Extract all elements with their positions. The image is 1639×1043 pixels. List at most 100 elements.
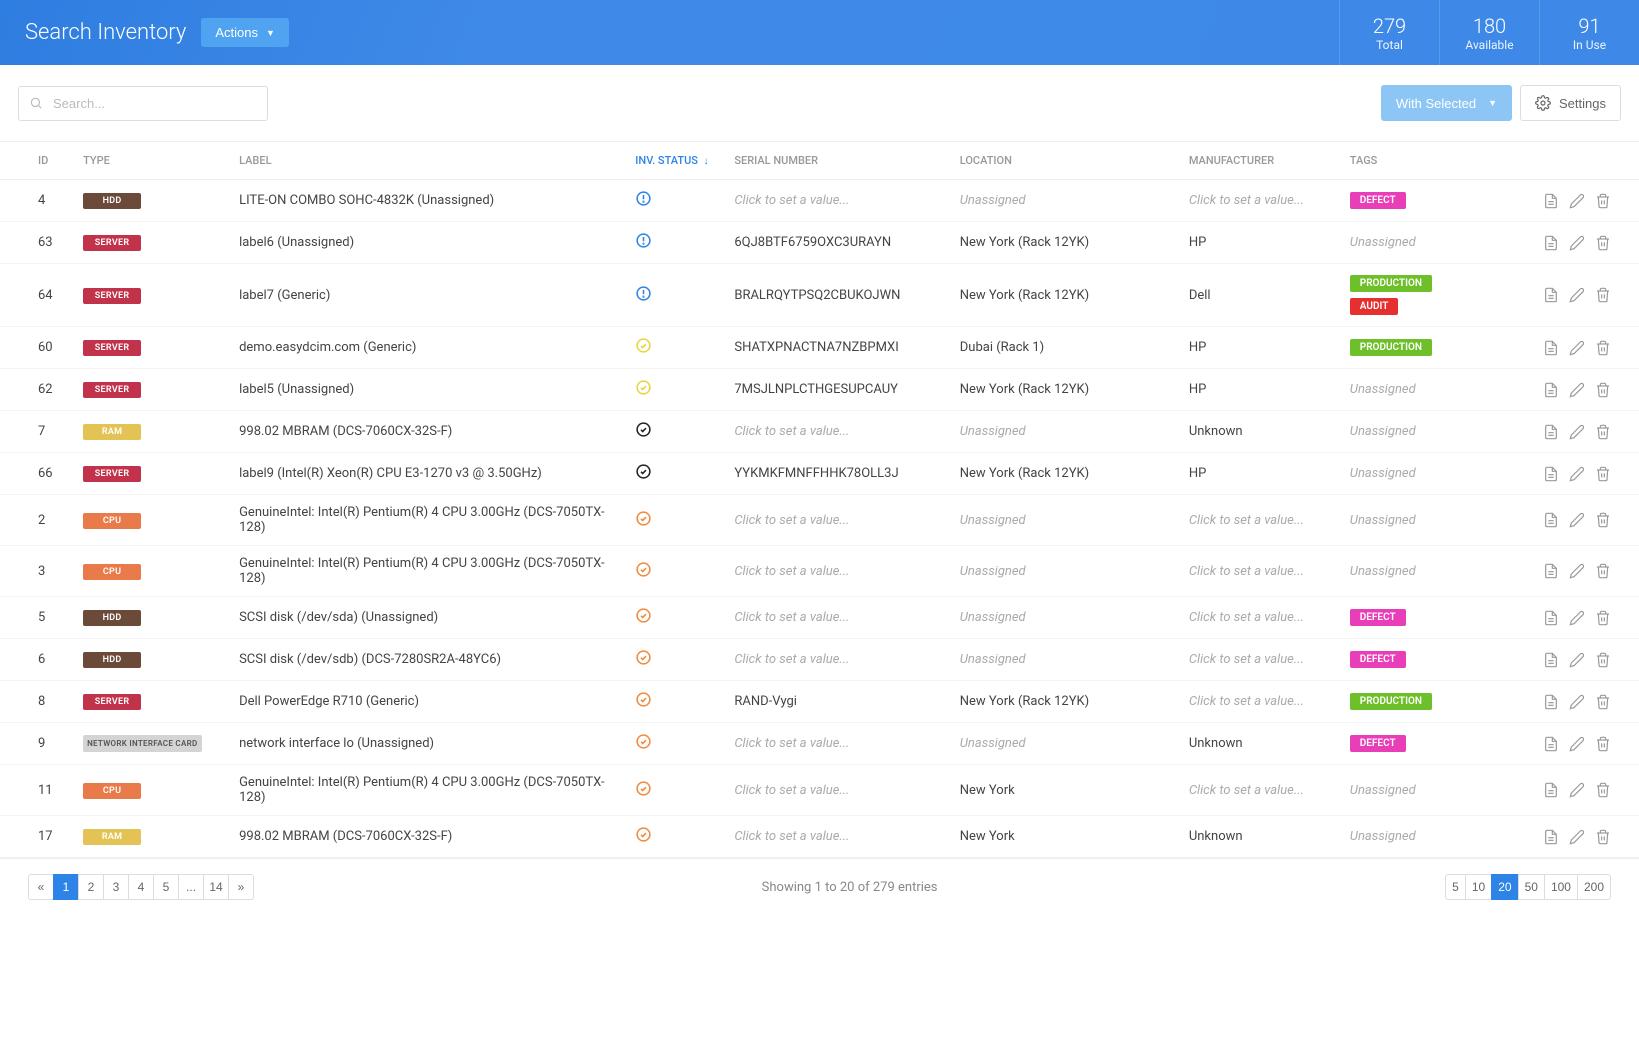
col-label[interactable]: LABEL [231,142,627,180]
document-icon[interactable] [1543,610,1559,626]
trash-icon[interactable] [1595,235,1611,251]
location-placeholder[interactable]: Unassigned [960,610,1026,625]
cell-label[interactable]: label7 (Generic) [231,264,627,327]
edit-icon[interactable] [1569,340,1585,356]
trash-icon[interactable] [1595,736,1611,752]
settings-button[interactable]: Settings [1520,85,1621,121]
document-icon[interactable] [1543,736,1559,752]
document-icon[interactable] [1543,694,1559,710]
trash-icon[interactable] [1595,287,1611,303]
edit-icon[interactable] [1569,424,1585,440]
tags-placeholder[interactable]: Unassigned [1350,513,1416,528]
serial-placeholder[interactable]: Click to set a value... [734,652,849,667]
manufacturer-value[interactable]: HP [1189,382,1206,397]
status-icon[interactable] [635,379,652,396]
document-icon[interactable] [1543,340,1559,356]
serial-value[interactable]: 7MSJLNPLCTHGESUPCAUY [734,382,898,397]
pager-page-5[interactable]: 5 [153,874,179,900]
tags-placeholder[interactable]: Unassigned [1350,829,1416,844]
location-placeholder[interactable]: Unassigned [960,424,1026,439]
status-icon[interactable] [635,190,652,207]
trash-icon[interactable] [1595,652,1611,668]
edit-icon[interactable] [1569,610,1585,626]
type-badge[interactable]: CPU [83,513,141,529]
type-badge[interactable]: HDD [83,652,141,668]
status-icon[interactable] [635,733,652,750]
pager-page-14[interactable]: 14 [203,874,229,900]
document-icon[interactable] [1543,424,1559,440]
document-icon[interactable] [1543,512,1559,528]
col-manufacturer[interactable]: MANUFACTURER [1181,142,1342,180]
col-location[interactable]: LOCATION [952,142,1181,180]
tags-placeholder[interactable]: Unassigned [1350,564,1416,579]
manufacturer-placeholder[interactable]: Click to set a value... [1189,783,1304,798]
tag-production[interactable]: PRODUCTION [1350,693,1432,710]
type-badge[interactable]: SERVER [83,235,141,251]
trash-icon[interactable] [1595,694,1611,710]
edit-icon[interactable] [1569,512,1585,528]
serial-placeholder[interactable]: Click to set a value... [734,736,849,751]
location-value[interactable]: New York (Rack 12YK) [960,288,1089,303]
page-size-10[interactable]: 10 [1465,874,1492,900]
trash-icon[interactable] [1595,382,1611,398]
type-badge[interactable]: CPU [83,783,141,799]
cell-label[interactable]: SCSI disk (/dev/sdb) (DCS-7280SR2A-48YC6… [231,639,627,681]
type-badge[interactable]: SERVER [83,466,141,482]
trash-icon[interactable] [1595,610,1611,626]
serial-value[interactable]: 6QJ8BTF6759OXC3URAYN [734,235,891,250]
location-value[interactable]: New York (Rack 12YK) [960,382,1089,397]
type-badge[interactable]: HDD [83,610,141,626]
pager-page-3[interactable]: 3 [103,874,129,900]
type-badge[interactable]: NETWORK INTERFACE CARD [83,735,201,752]
pager-next[interactable]: » [228,874,254,900]
manufacturer-value[interactable]: Unknown [1189,424,1243,439]
serial-value[interactable]: RAND-Vygi [734,694,797,709]
type-badge[interactable]: SERVER [83,382,141,398]
cell-label[interactable]: Dell PowerEdge R710 (Generic) [231,681,627,723]
pager-first[interactable]: « [28,874,54,900]
edit-icon[interactable] [1569,736,1585,752]
cell-label[interactable]: GenuineIntel: Intel(R) Pentium(R) 4 CPU … [231,495,627,546]
status-icon[interactable] [635,285,652,302]
status-icon[interactable] [635,421,652,438]
tag-defect[interactable]: DEFECT [1350,735,1406,752]
edit-icon[interactable] [1569,694,1585,710]
edit-icon[interactable] [1569,235,1585,251]
serial-value[interactable]: YYKMKFMNFFHHK78OLL3J [734,466,898,481]
tag-defect[interactable]: DEFECT [1350,192,1406,209]
edit-icon[interactable] [1569,782,1585,798]
cell-label[interactable]: GenuineIntel: Intel(R) Pentium(R) 4 CPU … [231,546,627,597]
cell-label[interactable]: label6 (Unassigned) [231,222,627,264]
status-icon[interactable] [635,232,652,249]
manufacturer-value[interactable]: HP [1189,340,1206,355]
serial-placeholder[interactable]: Click to set a value... [734,783,849,798]
tags-placeholder[interactable]: Unassigned [1350,382,1416,397]
cell-label[interactable]: demo.easydcim.com (Generic) [231,327,627,369]
manufacturer-placeholder[interactable]: Click to set a value... [1189,513,1304,528]
manufacturer-value[interactable]: Unknown [1189,736,1243,751]
document-icon[interactable] [1543,829,1559,845]
status-icon[interactable] [635,337,652,354]
type-badge[interactable]: HDD [83,193,141,209]
with-selected-button[interactable]: With Selected ▼ [1381,85,1512,121]
trash-icon[interactable] [1595,782,1611,798]
document-icon[interactable] [1543,652,1559,668]
type-badge[interactable]: CPU [83,564,141,580]
location-value[interactable]: Dubai (Rack 1) [960,340,1044,355]
document-icon[interactable] [1543,193,1559,209]
serial-placeholder[interactable]: Click to set a value... [734,193,849,208]
cell-label[interactable]: LITE-ON COMBO SOHC-4832K (Unassigned) [231,180,627,222]
tag-defect[interactable]: DEFECT [1350,651,1406,668]
cell-label[interactable]: label9 (Intel(R) Xeon(R) CPU E3-1270 v3 … [231,453,627,495]
serial-placeholder[interactable]: Click to set a value... [734,610,849,625]
edit-icon[interactable] [1569,287,1585,303]
trash-icon[interactable] [1595,424,1611,440]
serial-value[interactable]: SHATXPNACTNA7NZBPMXI [734,340,898,355]
tag-audit[interactable]: AUDIT [1350,298,1399,315]
document-icon[interactable] [1543,235,1559,251]
col-tags[interactable]: TAGS [1342,142,1503,180]
status-icon[interactable] [635,780,652,797]
tag-defect[interactable]: DEFECT [1350,609,1406,626]
pager-page-...[interactable]: ... [178,874,204,900]
trash-icon[interactable] [1595,340,1611,356]
